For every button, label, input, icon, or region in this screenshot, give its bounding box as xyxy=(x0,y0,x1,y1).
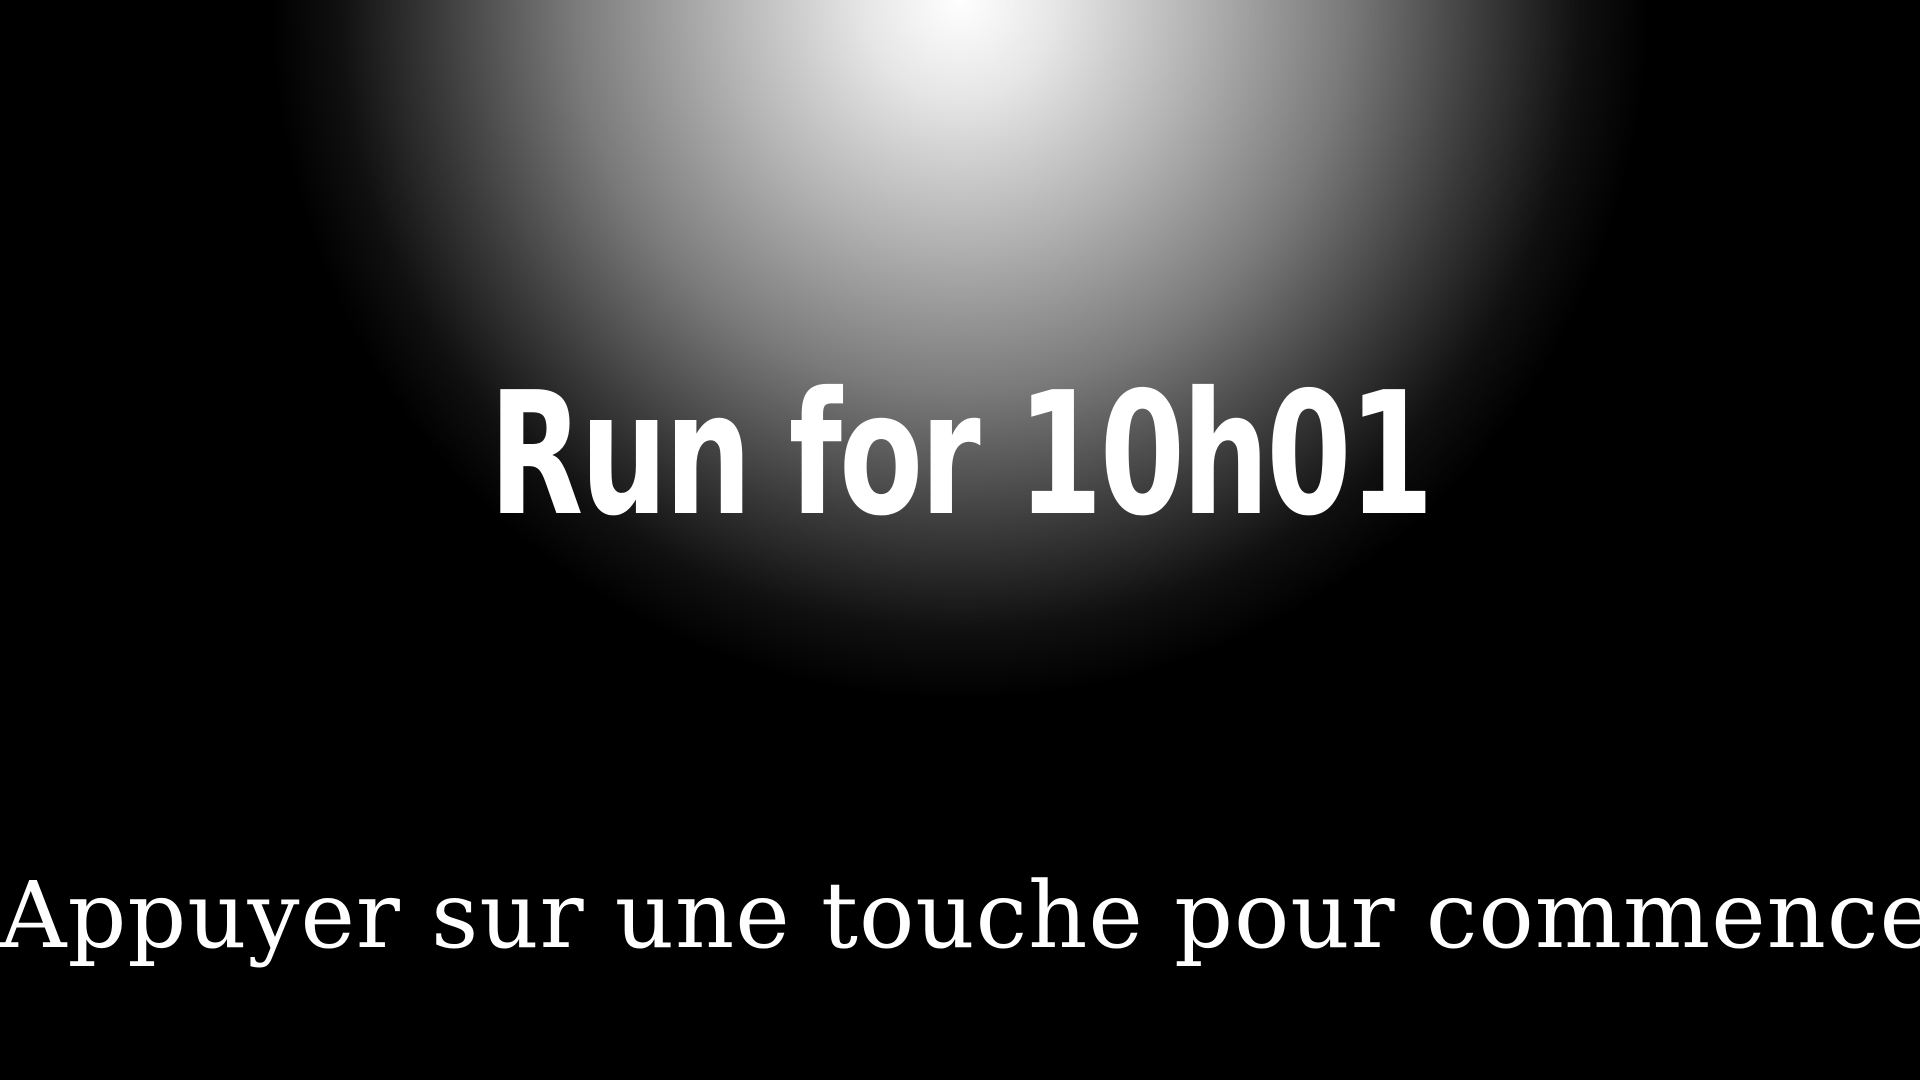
game-title: Run for 10h01 xyxy=(489,356,1434,554)
press-any-key-prompt[interactable]: Appuyer sur une touche pour commencer xyxy=(0,870,1920,962)
title-screen[interactable]: Run for 10h01 Appuyer sur une touche pou… xyxy=(0,0,1920,1080)
